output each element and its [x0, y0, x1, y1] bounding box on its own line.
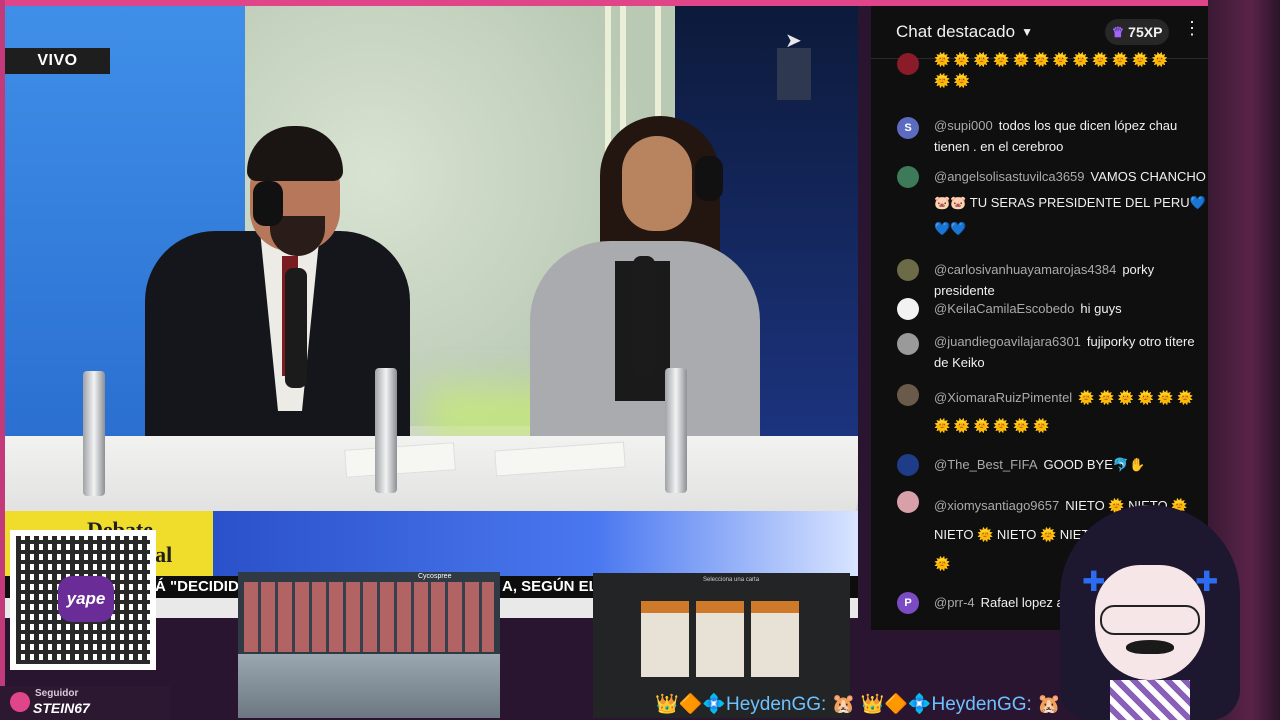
follower-label: Seguidor [35, 688, 79, 699]
chat-author[interactable]: @prr-4 [934, 595, 975, 610]
avatar[interactable]: S [897, 117, 919, 139]
avatar[interactable] [897, 53, 919, 75]
chat-message: @carlosivanhuayamarojas4384 porky preside… [871, 259, 1208, 298]
chat-message: @juandiegoavilajara6301 fujiporky otro tí… [871, 331, 1208, 375]
stream-canvas: ➤ VIVO Debate ial Á "DECIDIDO A, SEGÚN E… [0, 0, 1280, 720]
game-capture-left: Cycospree [238, 572, 500, 718]
avatar[interactable] [897, 298, 919, 320]
follower-avatar-icon [10, 692, 30, 712]
game-card [696, 601, 744, 677]
chat-author[interactable]: @The_Best_FIFA [934, 457, 1038, 472]
avatar[interactable]: P [897, 592, 919, 614]
emote-row: 🌞 🌞 [934, 73, 970, 88]
chat-text: GOOD BYE🐬✋ [1043, 457, 1146, 472]
xp-value: 75XP [1128, 24, 1163, 40]
mustache-icon [1126, 640, 1174, 654]
ghost-window [777, 48, 811, 100]
more-options-icon[interactable]: ⋮ [1183, 19, 1201, 37]
glasses-icon [1100, 605, 1200, 635]
desk-pole [665, 368, 687, 493]
chat-author[interactable]: @XiomaraRuizPimentel [934, 390, 1072, 405]
donation-ticker: 👑🔶💠HeydenGG: 🐹 👑🔶💠HeydenGG: 🐹 [655, 694, 1061, 715]
bow-icon: ✚ [1195, 566, 1219, 597]
chat-message: S @supi000 todos los que dicen lópez chau… [871, 115, 1208, 159]
bow-icon: ✚ [1082, 566, 1106, 597]
vtuber-avatar: ✚ ✚ [1040, 495, 1260, 720]
microphone-icon [633, 256, 655, 376]
desk-front [205, 511, 858, 576]
emote-row: 🌞 🌞 🌞 🌞 🌞 🌞 🌞 🌞 🌞 🌞 🌞 🌞 [934, 52, 1168, 67]
chat-title-label: Chat destacado [896, 22, 1016, 41]
follower-alert: Seguidor STEIN67 [0, 686, 170, 720]
yape-logo: yape [58, 576, 114, 622]
mouse-cursor-icon: ➤ [785, 30, 802, 52]
avatar[interactable] [897, 384, 919, 406]
desk-pole [375, 368, 397, 493]
chat-author[interactable]: @angelsolisastuvilca3659 [934, 169, 1085, 184]
chat-author[interactable]: @KeilaCamilaEscobedo [934, 301, 1074, 316]
avatar[interactable] [897, 166, 919, 188]
chevron-down-icon: ▼ [1021, 25, 1033, 39]
game-card [751, 601, 799, 677]
chat-author[interactable]: @carlosivanhuayamarojas4384 [934, 262, 1116, 277]
microphone-icon [285, 268, 307, 388]
game-header: Cycospree [418, 573, 452, 580]
chat-mode-dropdown[interactable]: Chat destacado ▼ [896, 22, 1033, 42]
game-card-grid [244, 582, 494, 652]
game-card-title: Selecciona una carta [703, 577, 760, 583]
xp-badge[interactable]: ♛ 75XP [1105, 19, 1169, 45]
game-card [641, 601, 689, 677]
chat-message: @The_Best_FIFA GOOD BYE🐬✋ [871, 454, 1208, 476]
chat-message: @KeilaCamilaEscobedo hi guys [871, 298, 1208, 320]
show-label-line2: ial [149, 542, 173, 568]
crown-icon: ♛ [1111, 23, 1125, 40]
avatar[interactable] [897, 454, 919, 476]
game-battlefield [238, 654, 500, 718]
vtuber-collar [1110, 680, 1190, 720]
broadcast-video: ➤ VIVO Debate ial Á "DECIDIDO A, SEGÚN E… [5, 6, 858, 618]
avatar[interactable] [897, 259, 919, 281]
avatar[interactable] [897, 491, 919, 513]
chat-author[interactable]: @supi000 [934, 118, 993, 133]
live-badge: VIVO [5, 48, 110, 74]
avatar[interactable] [897, 333, 919, 355]
chat-author[interactable]: @juandiegoavilajara6301 [934, 334, 1081, 349]
yape-qr-code: yape [10, 530, 156, 670]
desk-pole [83, 371, 105, 496]
ticker-text-left: Á "DECIDIDO [155, 578, 251, 595]
chat-text: hi guys [1080, 301, 1122, 316]
follower-name: STEIN67 [33, 700, 90, 716]
host-man [145, 121, 410, 451]
chat-message: 🌞 🌞 🌞 🌞 🌞 🌞 🌞 🌞 🌞 🌞 🌞 🌞 🌞 🌞 [871, 52, 1208, 107]
chat-message: @angelsolisastuvilca3659 VAMOS CHANCHO 🐷🐷… [871, 164, 1208, 240]
chat-message: @XiomaraRuizPimentel 🌞 🌞 🌞 🌞 🌞 🌞 🌞 🌞 🌞 🌞 … [871, 384, 1208, 444]
